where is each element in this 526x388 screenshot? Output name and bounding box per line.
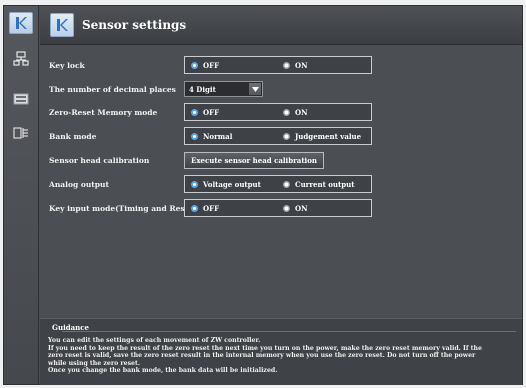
sensor-settings-tool-button[interactable] xyxy=(9,12,33,34)
zero-reset-memory-on-radio[interactable]: ON xyxy=(283,104,308,120)
radio-label: Judgement value xyxy=(295,131,362,141)
page-header: Sensor settings xyxy=(40,6,522,45)
left-toolbar xyxy=(4,6,39,384)
key-lock-label: Key lock xyxy=(49,60,85,70)
decimal-places-label: The number of decimal places xyxy=(49,84,176,94)
guidance-line: while using the zero reset. xyxy=(48,359,140,367)
radio-label: Normal xyxy=(203,131,233,141)
key-input-mode-on-radio[interactable]: ON xyxy=(283,200,308,216)
head-calibration-row: Sensor head calibration Execute sensor h… xyxy=(40,149,522,171)
radio-unselected-icon xyxy=(283,180,290,188)
voltage-output-radio[interactable]: Voltage output xyxy=(191,176,261,192)
layout-icon xyxy=(13,127,28,139)
guidance-line: If you need to keep the result of the ze… xyxy=(48,344,482,352)
network-tool-button[interactable] xyxy=(9,48,33,70)
radio-label: Voltage output xyxy=(203,179,261,189)
app-window: Sensor settings Key lock OFF ON The numb… xyxy=(4,6,522,385)
radio-unselected-icon xyxy=(283,204,290,212)
radio-label: Current output xyxy=(295,179,355,189)
page-title: Sensor settings xyxy=(82,18,187,32)
execute-calibration-button[interactable]: Execute sensor head calibration xyxy=(184,151,324,169)
radio-label: OFF xyxy=(203,60,220,70)
radio-label: OFF xyxy=(203,203,220,213)
sensor-settings-icon xyxy=(16,17,27,29)
key-lock-radio-group: OFF ON xyxy=(184,56,372,74)
bank-mode-judgement-radio[interactable]: Judgement value xyxy=(283,128,361,144)
zero-reset-memory-off-radio[interactable]: OFF xyxy=(191,104,219,120)
analog-output-row: Analog output Voltage output Current out… xyxy=(40,173,522,195)
bank-mode-row: Bank mode Normal Judgement value xyxy=(40,125,522,147)
analog-output-label: Analog output xyxy=(49,179,109,189)
decimal-places-row: The number of decimal places 4 Digit xyxy=(40,78,522,100)
zero-reset-memory-label: Zero-Reset Memory mode xyxy=(49,107,158,117)
sensor-settings-icon xyxy=(50,13,74,37)
guidance-line: Once you change the bank mode, the bank … xyxy=(48,367,278,375)
radio-selected-icon xyxy=(191,61,198,69)
current-output-radio[interactable]: Current output xyxy=(283,176,354,192)
display-icon xyxy=(13,93,29,105)
settings-panel: Key lock OFF ON The number of decimal pl… xyxy=(40,45,522,317)
key-lock-row: Key lock OFF ON xyxy=(40,54,522,76)
radio-label: OFF xyxy=(203,107,220,117)
bank-mode-radio-group: Normal Judgement value xyxy=(184,127,372,145)
select-value: 4 Digit xyxy=(189,84,216,94)
chevron-down-icon xyxy=(249,83,261,95)
bank-mode-normal-radio[interactable]: Normal xyxy=(191,128,232,144)
radio-label: ON xyxy=(295,107,308,117)
decimal-places-select[interactable]: 4 Digit xyxy=(184,81,263,97)
radio-unselected-icon xyxy=(283,61,290,69)
key-input-mode-radio-group: OFF ON xyxy=(184,199,372,217)
head-calibration-label: Sensor head calibration xyxy=(49,155,150,165)
divider xyxy=(62,331,516,332)
network-icon xyxy=(13,51,29,66)
display-tool-button[interactable] xyxy=(9,88,33,110)
key-lock-off-radio[interactable]: OFF xyxy=(191,57,219,73)
zero-reset-memory-row: Zero-Reset Memory mode OFF ON xyxy=(40,101,522,123)
guidance-panel: Guidance You can edit the settings of ea… xyxy=(40,318,522,385)
guidance-line: You can edit the settings of each moveme… xyxy=(48,337,261,344)
radio-label: ON xyxy=(295,60,308,70)
radio-selected-icon xyxy=(191,132,198,140)
radio-unselected-icon xyxy=(283,108,290,116)
radio-selected-icon xyxy=(191,180,198,188)
key-input-mode-off-radio[interactable]: OFF xyxy=(191,200,219,216)
bank-mode-label: Bank mode xyxy=(49,131,97,141)
key-input-mode-label: Key input mode(Timing and Reset) xyxy=(49,203,197,213)
key-input-mode-row: Key input mode(Timing and Reset) OFF ON xyxy=(40,197,522,219)
guidance-line: zero reset is valid, save the zero reset… xyxy=(48,352,476,360)
key-lock-on-radio[interactable]: ON xyxy=(283,57,308,73)
layout-tool-button[interactable] xyxy=(9,122,33,144)
analog-output-radio-group: Voltage output Current output xyxy=(184,175,372,193)
radio-selected-icon xyxy=(191,108,198,116)
radio-label: ON xyxy=(295,203,308,213)
zero-reset-memory-radio-group: OFF ON xyxy=(184,103,372,121)
radio-unselected-icon xyxy=(283,132,290,140)
radio-selected-icon xyxy=(191,204,198,212)
guidance-text: You can edit the settings of each moveme… xyxy=(48,337,514,375)
